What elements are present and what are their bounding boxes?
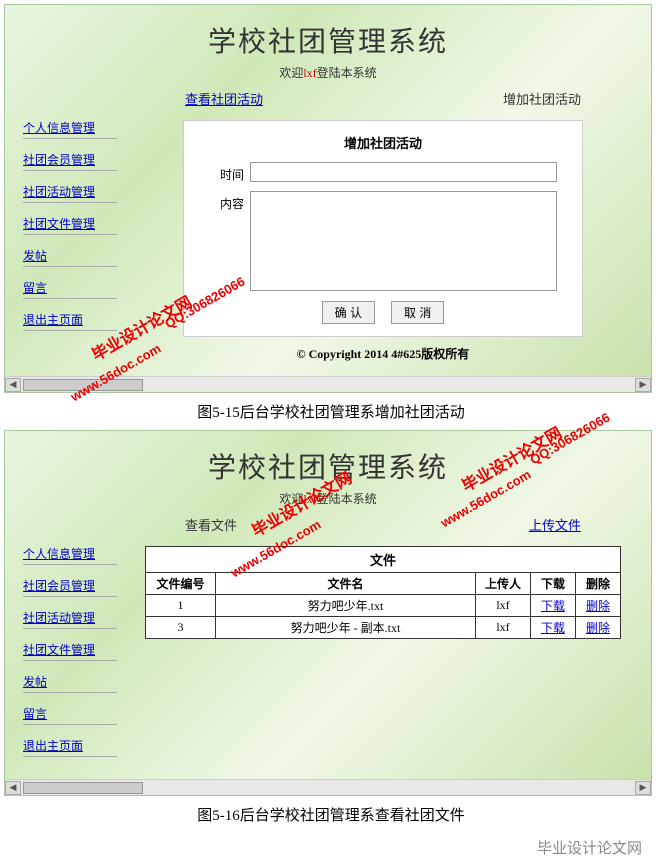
main-content: 查看社团活动 增加社团活动 增加社团活动 时间 内容 确 认 取 消 © Cop…: [125, 89, 641, 366]
sidebar-item-members[interactable]: 社团会员管理: [23, 577, 117, 597]
welcome-message: 欢迎lxf登陆本系统: [5, 490, 651, 507]
screenshot-add-activity: 学校社团管理系统 欢迎lxf登陆本系统 个人信息管理 社团会员管理 社团活动管理…: [4, 4, 652, 393]
sidebar-item-message[interactable]: 留言: [23, 279, 117, 299]
table-row: 3 努力吧少年 - 副本.txt lxf 下载 删除: [146, 617, 621, 639]
confirm-button[interactable]: 确 认: [322, 301, 375, 324]
copyright: © Copyright 2014 4#625版权所有: [145, 337, 621, 366]
cell-uploader: lxf: [476, 617, 531, 639]
horizontal-scrollbar[interactable]: ◀ ▶: [5, 376, 651, 392]
cell-filename: 努力吧少年 - 副本.txt: [216, 617, 476, 639]
sidebar-item-activity[interactable]: 社团活动管理: [23, 183, 117, 203]
content-textarea[interactable]: [250, 191, 557, 291]
tab-upload-files[interactable]: 上传文件: [529, 515, 581, 534]
tab-add-activity: 增加社团活动: [503, 89, 581, 108]
figure-caption-1: 图5-15后台学校社团管理系增加社团活动: [0, 401, 662, 422]
sidebar-item-post[interactable]: 发帖: [23, 247, 117, 267]
system-title: 学校社团管理系统: [5, 446, 651, 486]
time-input[interactable]: [250, 162, 557, 182]
system-title: 学校社团管理系统: [5, 20, 651, 60]
sidebar-item-files[interactable]: 社团文件管理: [23, 641, 117, 661]
tabs: 查看文件 上传文件: [145, 515, 621, 534]
header: 学校社团管理系统 欢迎lxf登陆本系统: [5, 431, 651, 515]
file-table: 文件 文件编号 文件名 上传人 下载 删除 1 努力吧少年.txt lxf: [145, 546, 621, 639]
sidebar-item-activity[interactable]: 社团活动管理: [23, 609, 117, 629]
delete-link[interactable]: 删除: [586, 599, 610, 613]
col-uploader: 上传人: [476, 573, 531, 595]
sidebar-nav: 个人信息管理 社团会员管理 社团活动管理 社团文件管理 发帖 留言 退出主页面: [15, 515, 125, 769]
delete-link[interactable]: 删除: [586, 621, 610, 635]
tabs: 查看社团活动 增加社团活动: [145, 89, 621, 108]
header: 学校社团管理系统 欢迎lxf登陆本系统: [5, 5, 651, 89]
scroll-right-icon[interactable]: ▶: [635, 781, 651, 795]
download-link[interactable]: 下载: [541, 621, 565, 635]
footer-watermark: 毕业设计论文网: [0, 833, 662, 862]
table-caption: 文件: [145, 546, 621, 572]
cancel-button[interactable]: 取 消: [391, 301, 444, 324]
scroll-left-icon[interactable]: ◀: [5, 781, 21, 795]
tab-view-activity[interactable]: 查看社团活动: [185, 89, 263, 108]
horizontal-scrollbar[interactable]: ◀ ▶: [5, 779, 651, 795]
scroll-right-icon[interactable]: ▶: [635, 378, 651, 392]
table-header-row: 文件编号 文件名 上传人 下载 删除: [146, 573, 621, 595]
sidebar-item-personal[interactable]: 个人信息管理: [23, 545, 117, 565]
col-id: 文件编号: [146, 573, 216, 595]
cell-uploader: lxf: [476, 595, 531, 617]
cell-id: 3: [146, 617, 216, 639]
table-row: 1 努力吧少年.txt lxf 下载 删除: [146, 595, 621, 617]
label-content: 内容: [209, 191, 244, 212]
sidebar-item-exit[interactable]: 退出主页面: [23, 311, 117, 331]
tab-view-files: 查看文件: [185, 515, 237, 534]
welcome-message: 欢迎lxf登陆本系统: [5, 64, 651, 81]
sidebar-item-personal[interactable]: 个人信息管理: [23, 119, 117, 139]
screenshot-view-files: 学校社团管理系统 欢迎lxf登陆本系统 个人信息管理 社团会员管理 社团活动管理…: [4, 430, 652, 796]
scroll-thumb[interactable]: [23, 782, 143, 794]
col-download: 下载: [531, 573, 576, 595]
label-time: 时间: [209, 162, 244, 183]
download-link[interactable]: 下载: [541, 599, 565, 613]
cell-filename: 努力吧少年.txt: [216, 595, 476, 617]
sidebar-item-message[interactable]: 留言: [23, 705, 117, 725]
sidebar-item-members[interactable]: 社团会员管理: [23, 151, 117, 171]
sidebar-item-files[interactable]: 社团文件管理: [23, 215, 117, 235]
main-content: 查看文件 上传文件 文件 文件编号 文件名 上传人 下载 删除 1: [125, 515, 641, 769]
sidebar-item-exit[interactable]: 退出主页面: [23, 737, 117, 757]
add-activity-form: 增加社团活动 时间 内容 确 认 取 消: [183, 120, 583, 337]
form-title: 增加社团活动: [209, 133, 557, 152]
figure-caption-2: 图5-16后台学校社团管理系查看社团文件: [0, 804, 662, 825]
sidebar-nav: 个人信息管理 社团会员管理 社团活动管理 社团文件管理 发帖 留言 退出主页面: [15, 89, 125, 366]
cell-id: 1: [146, 595, 216, 617]
scroll-left-icon[interactable]: ◀: [5, 378, 21, 392]
scroll-thumb[interactable]: [23, 379, 143, 391]
sidebar-item-post[interactable]: 发帖: [23, 673, 117, 693]
col-delete: 删除: [576, 573, 621, 595]
col-filename: 文件名: [216, 573, 476, 595]
